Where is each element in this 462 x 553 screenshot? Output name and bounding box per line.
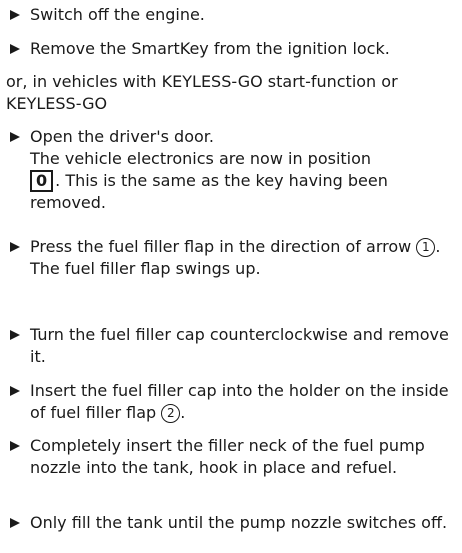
step-fill-tank: Only fill the tank until the pump nozzle… [6,512,458,534]
step-text: Completely insert the filler neck of the… [30,436,425,477]
step-insert-filler-neck: Completely insert the filler neck of the… [6,435,458,479]
callout-marker-2: 2 [161,404,181,423]
step-arrow-icon [10,10,20,20]
step-turn-filler-cap: Turn the fuel filler cap counterclockwis… [6,324,458,368]
key-position-badge: 0 [30,170,54,192]
step-arrow-icon [10,44,20,54]
step-text: Turn the fuel filler cap counterclockwis… [30,325,449,366]
step-arrow-icon [10,132,20,142]
step-arrow-icon [10,386,20,396]
step-text: Remove the SmartKey from the ignition lo… [30,39,390,58]
step-text: Open the driver's door. [30,127,214,146]
step-result-text: . This is the same as the key having bee… [30,171,388,212]
step-text-end: . [435,237,441,256]
step-text-end: . [180,403,186,422]
step-arrow-icon [10,242,20,252]
step-insert-filler-cap: Insert the fuel filler cap into the hold… [6,380,458,424]
step-text: Switch off the engine. [30,5,205,24]
step-arrow-icon [10,330,20,340]
step-arrow-icon [10,441,20,451]
step-result-text: The fuel filler flap swings up. [30,259,261,278]
step-remove-smartkey: Remove the SmartKey from the ignition lo… [6,38,458,60]
step-open-drivers-door: Open the driver's door. The vehicle elec… [6,126,458,214]
step-result-text: The vehicle electronics are now in posit… [30,149,372,168]
step-text: Only fill the tank until the pump nozzle… [30,513,448,532]
step-text: Insert the fuel filler cap into the hold… [30,381,449,422]
callout-marker-1: 1 [416,238,436,257]
step-press-filler-flap: Press the fuel filler flap in the direct… [6,236,458,280]
alternative-note: or, in vehicles with KEYLESS-GO start-fu… [6,72,398,113]
instruction-page: Switch off the engine. Remove the SmartK… [0,0,462,553]
step-switch-off-engine: Switch off the engine. [6,4,458,26]
step-arrow-icon [10,518,20,528]
step-text: Press the fuel filler flap in the direct… [30,237,412,256]
